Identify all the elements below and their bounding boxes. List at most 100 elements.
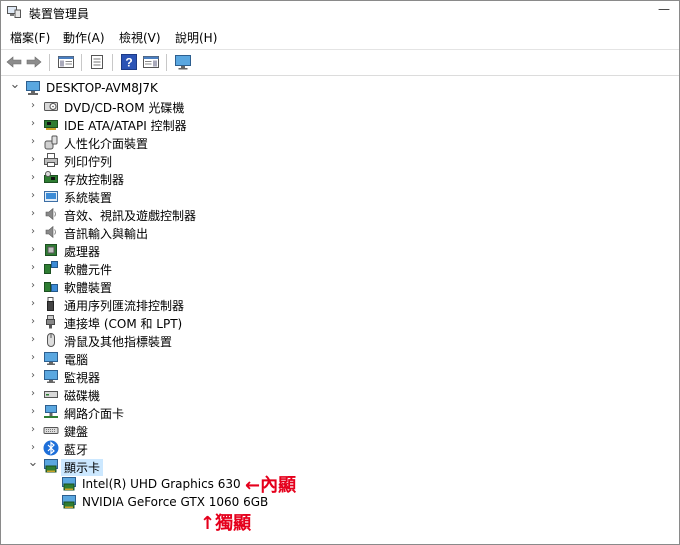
tree-category-item[interactable]: › 存放控制器 [1, 169, 671, 187]
svg-text:?: ? [125, 56, 132, 70]
keyboard-icon [43, 427, 59, 434]
toolbar-separator [81, 54, 82, 71]
monitor-icon [44, 370, 58, 383]
tree-node-label: 電腦 [64, 353, 89, 367]
tree-category-item[interactable]: › 鍵盤 [1, 421, 671, 439]
tree-category-item[interactable]: › 藍牙 [1, 439, 671, 457]
tree-category-item[interactable]: › 系統裝置 [1, 187, 671, 205]
disc-drive-icon [44, 102, 58, 111]
collapsed-chevron-icon[interactable]: › [27, 403, 39, 421]
tree-category-item[interactable]: › 磁碟機 [1, 385, 671, 403]
tree-category-item[interactable]: › 監視器 [1, 367, 671, 385]
title-bar: 裝置管理員 — [1, 1, 679, 25]
device-manager-window: 裝置管理員 — 檔案(F) 動作(A) 檢視(V) 說明(H) ? ⌄ DESK… [0, 0, 680, 545]
tree-device-item[interactable]: NVIDIA GeForce GTX 1060 6GB [1, 493, 671, 511]
tree-category-item[interactable]: › 處理器 [1, 241, 671, 259]
collapsed-chevron-icon[interactable]: › [27, 313, 39, 331]
bluetooth-icon [43, 440, 59, 456]
hid-icon [44, 135, 58, 150]
tree-category-item[interactable]: › 網路介面卡 [1, 403, 671, 421]
toolbar: ? [1, 49, 679, 76]
processor-icon [45, 244, 57, 256]
collapsed-chevron-icon[interactable]: › [27, 331, 39, 349]
tree-node-label: NVIDIA GeForce GTX 1060 6GB [82, 495, 269, 509]
collapsed-chevron-icon[interactable]: › [27, 421, 39, 439]
tree-node-label: 藍牙 [64, 443, 89, 457]
annotation-discrete-gpu: ↑獨顯 [200, 513, 252, 534]
collapsed-chevron-icon[interactable]: › [27, 133, 39, 151]
collapsed-chevron-icon[interactable]: › [27, 241, 39, 259]
tree-category-item[interactable]: › IDE ATA/ATAPI 控制器 [1, 115, 671, 133]
tree-node-label: 列印佇列 [64, 155, 113, 169]
tree-category-item[interactable]: › 人性化介面裝置 [1, 133, 671, 151]
tree-node-label: 處理器 [64, 245, 101, 259]
collapsed-chevron-icon[interactable]: › [27, 187, 39, 205]
display-adapter-icon [44, 459, 58, 473]
software-device-icon [44, 282, 58, 292]
console-tree-icon[interactable] [57, 54, 75, 70]
action-pane-icon[interactable] [142, 54, 160, 70]
collapsed-chevron-icon[interactable]: › [27, 97, 39, 115]
tree-category-item[interactable]: ⌄ 顯示卡 [1, 456, 671, 476]
computer-icon [44, 352, 58, 365]
tree-category-item[interactable]: › 電腦 [1, 349, 671, 367]
tree-category-item[interactable]: › 音訊輸入與輸出 [1, 223, 671, 241]
collapsed-chevron-icon[interactable]: › [27, 385, 39, 403]
tree-node-label: Intel(R) UHD Graphics 630 [82, 477, 241, 491]
tree-category-item[interactable]: › 連接埠 (COM 和 LPT) [1, 313, 671, 331]
tree-category-item[interactable]: › DVD/CD-ROM 光碟機 [1, 97, 671, 115]
collapsed-chevron-icon[interactable]: › [27, 349, 39, 367]
collapsed-chevron-icon[interactable]: › [27, 115, 39, 133]
tree-category-item[interactable]: › 軟體裝置 [1, 277, 671, 295]
tree-node-label: 存放控制器 [64, 173, 125, 187]
menu-view[interactable]: 檢視(V) [119, 29, 161, 46]
collapsed-chevron-icon[interactable]: › [27, 205, 39, 223]
tree-node-label: 網路介面卡 [64, 407, 125, 421]
tree-node-label: 軟體元件 [64, 263, 113, 277]
tree-category-item[interactable]: › 音效、視訊及遊戲控制器 [1, 205, 671, 223]
tree-category-item[interactable]: › 軟體元件 [1, 259, 671, 277]
system-device-icon [44, 191, 58, 202]
display-adapter-icon [62, 495, 76, 509]
back-arrow-icon[interactable] [5, 54, 23, 70]
printer-icon [44, 153, 58, 167]
tree-node-label: 鍵盤 [64, 425, 89, 439]
collapsed-chevron-icon[interactable]: › [27, 295, 39, 313]
forward-arrow-icon[interactable] [25, 54, 43, 70]
display-adapter-icon [62, 477, 76, 491]
menu-action[interactable]: 動作(A) [63, 29, 105, 46]
tree-device-item[interactable]: Intel(R) UHD Graphics 630 [1, 475, 671, 493]
device-manager-icon [7, 6, 21, 18]
tree-node-label: 滑鼠及其他指標裝置 [64, 335, 173, 349]
collapsed-chevron-icon[interactable]: › [27, 277, 39, 295]
mouse-icon [47, 333, 55, 347]
tree-node-label: 人性化介面裝置 [64, 137, 149, 151]
toolbar-separator [166, 54, 167, 71]
menu-help[interactable]: 說明(H) [175, 29, 217, 46]
tree-node-label: 監視器 [64, 371, 101, 385]
tree-category-item[interactable]: › 通用序列匯流排控制器 [1, 295, 671, 313]
monitor-icon[interactable] [174, 54, 192, 70]
minimize-button[interactable]: — [655, 2, 673, 18]
collapsed-chevron-icon[interactable]: › [27, 259, 39, 277]
tree-node-label: 連接埠 (COM 和 LPT) [64, 317, 183, 331]
tree-node-label: IDE ATA/ATAPI 控制器 [64, 119, 187, 133]
tree-node-label: DESKTOP-AVM8J7K [46, 81, 158, 95]
tree-category-item[interactable]: › 列印佇列 [1, 151, 671, 169]
tree-node-label: 通用序列匯流排控制器 [64, 299, 185, 313]
properties-icon[interactable] [88, 54, 106, 70]
expanded-chevron-icon[interactable]: ⌄ [9, 78, 21, 97]
menu-file[interactable]: 檔案(F) [10, 29, 50, 46]
storage-controller-icon [44, 171, 58, 183]
toolbar-separator [49, 54, 50, 71]
expanded-chevron-icon[interactable]: ⌄ [27, 456, 39, 475]
menu-bar: 檔案(F) 動作(A) 檢視(V) 說明(H) [1, 26, 679, 48]
tree-root-computer[interactable]: ⌄ DESKTOP-AVM8J7K [1, 78, 671, 97]
tree-category-item[interactable]: › 滑鼠及其他指標裝置 [1, 331, 671, 349]
port-icon [46, 315, 55, 329]
collapsed-chevron-icon[interactable]: › [27, 169, 39, 187]
collapsed-chevron-icon[interactable]: › [27, 367, 39, 385]
help-icon[interactable]: ? [120, 54, 138, 70]
collapsed-chevron-icon[interactable]: › [27, 151, 39, 169]
collapsed-chevron-icon[interactable]: › [27, 223, 39, 241]
